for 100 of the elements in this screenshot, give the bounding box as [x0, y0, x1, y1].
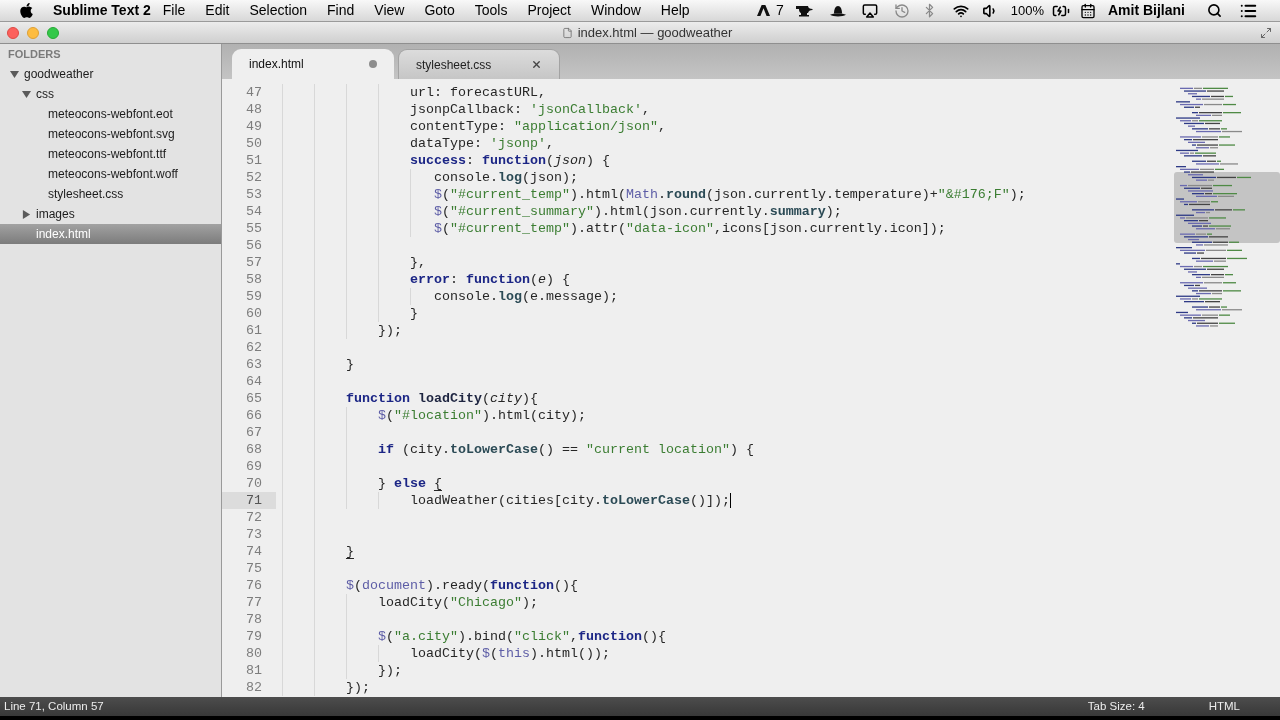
disclosure-triangle-icon[interactable] [10, 69, 19, 79]
menu-item[interactable]: Help [650, 0, 700, 21]
line-number: 52 [246, 168, 262, 187]
clock-history-icon[interactable] [893, 2, 910, 19]
line-number: 67 [246, 423, 262, 442]
line-number: 70 [246, 474, 262, 493]
line-number: 53 [246, 185, 262, 204]
tree-item[interactable]: images [22, 205, 75, 223]
menu-item[interactable]: Find [317, 0, 365, 21]
disclosure-triangle-icon[interactable] [22, 89, 31, 99]
code-line: } else { [377, 475, 442, 492]
line-number: 55 [246, 219, 262, 238]
editor-tab[interactable]: index.html [232, 49, 394, 79]
menu-item[interactable]: Selection [239, 0, 318, 21]
code-line: function loadCity(city){ [345, 390, 538, 407]
code-line: } [345, 356, 354, 373]
line-number: 79 [246, 627, 262, 646]
user-name[interactable]: Amit Bijlani [1108, 0, 1185, 21]
app-menu[interactable]: Sublime Text 2 [53, 0, 151, 21]
line-number: 54 [246, 202, 262, 221]
line-number: 78 [246, 610, 262, 629]
code-line: $("a.city").bind("click",function(){ [377, 628, 666, 645]
code-line: $("#current_temp").attr("data-icon",icons[json.currently.icon]); [433, 220, 946, 237]
line-number: 80 [246, 644, 262, 663]
tree-item[interactable]: meteocons-webfont.ttf [48, 145, 167, 163]
syntax-selector[interactable]: HTML [1208, 697, 1240, 716]
line-number: 69 [246, 457, 262, 476]
line-number: 72 [246, 508, 262, 527]
code-line: if (city.toLowerCase() == "current location") { [377, 441, 754, 458]
tab-size-selector[interactable]: Tab Size: 4 [1087, 697, 1145, 716]
menu-item[interactable]: Edit [195, 0, 240, 21]
code-line: $("#current_temp").html(Math.round(json.currently.temperature)+"&#176;F"); [433, 186, 1026, 203]
update-count: 7 [775, 1, 784, 20]
battery-percentage: 100% [1010, 1, 1044, 20]
menu-item[interactable]: File [152, 0, 196, 21]
line-number: 59 [246, 287, 262, 306]
code-line: $("#current_summary").html(json.currently.summary); [433, 203, 842, 220]
code-line: }); [377, 662, 402, 679]
code-line: error: function(e) { [409, 271, 570, 288]
bowler-hat-icon[interactable] [828, 4, 847, 17]
menu-item[interactable]: Goto [414, 0, 465, 21]
airplay-icon[interactable] [861, 2, 878, 19]
close-button[interactable] [7, 26, 19, 39]
code-line: loadCity($(this).html()); [409, 645, 610, 662]
sidebar-header: FOLDERS [8, 46, 61, 62]
line-number: 50 [246, 134, 262, 153]
menu-item[interactable]: Window [581, 0, 651, 21]
close-icon[interactable] [531, 59, 542, 70]
tree-item[interactable]: css [22, 85, 54, 103]
code-line: } [409, 305, 418, 322]
code-line: loadCity("Chicago"); [377, 594, 538, 611]
editor-tab[interactable]: stylesheet.css [398, 49, 560, 79]
line-number: 60 [246, 304, 262, 323]
code-line: console.log(e.message); [433, 288, 618, 305]
line-number: 61 [246, 321, 262, 340]
line-number: 51 [246, 151, 262, 170]
app-logo-icon[interactable] [756, 4, 770, 17]
text-cursor-icon [729, 493, 731, 508]
line-number: 48 [246, 100, 262, 119]
menu-item[interactable]: Tools [464, 0, 518, 21]
tree-item[interactable]: stylesheet.css [48, 185, 124, 203]
line-number: 49 [246, 117, 262, 136]
line-number: 62 [246, 338, 262, 357]
tree-item[interactable]: meteocons-webfont.woff [48, 165, 178, 183]
line-number: 63 [246, 355, 262, 374]
line-number: 82 [246, 678, 262, 697]
code-line: contentType: "application/json", [409, 118, 666, 135]
menu-item[interactable]: View [364, 0, 415, 21]
line-number: 76 [246, 576, 262, 595]
code-line: console.log(json); [433, 169, 578, 186]
line-number: 71 [246, 491, 262, 510]
code-line: jsonpCallback: 'jsonCallback', [409, 101, 650, 118]
code-line: }, [409, 254, 426, 271]
document-icon [561, 26, 573, 39]
apple-logo-icon[interactable] [19, 2, 34, 19]
tree-item[interactable]: meteocons-webfont.eot [48, 105, 173, 123]
line-number: 74 [246, 542, 262, 561]
code-line: dataType: 'jsonp', [409, 135, 554, 152]
line-number: 56 [246, 236, 262, 255]
code-line: url: forecastURL, [409, 84, 546, 101]
line-number: 66 [246, 406, 262, 425]
fullscreen-icon[interactable] [1260, 26, 1272, 39]
tree-item[interactable]: meteocons-webfont.svg [48, 125, 175, 143]
line-number: 75 [246, 559, 262, 578]
search-icon[interactable] [1207, 3, 1222, 18]
code-line: $("#location").html(city); [377, 407, 586, 424]
calendar-icon[interactable] [1080, 2, 1096, 19]
anvil-icon[interactable] [794, 4, 813, 17]
disclosure-triangle-icon[interactable] [22, 209, 31, 219]
code-line: success: function(json) { [409, 152, 610, 169]
tree-item[interactable]: goodweather [10, 65, 94, 83]
line-number: 47 [246, 83, 262, 102]
window-title: index.html — goodweather [577, 23, 733, 42]
code-line: loadWeather(cities[city.toLowerCase()]); [409, 492, 730, 509]
menu-item[interactable]: Project [517, 0, 581, 21]
line-number: 64 [246, 372, 262, 391]
cursor-position: Line 71, Column 57 [3, 698, 104, 714]
line-number: 77 [246, 593, 262, 612]
code-line: $(document).ready(function(){ [345, 577, 578, 594]
line-number: 57 [246, 253, 262, 272]
